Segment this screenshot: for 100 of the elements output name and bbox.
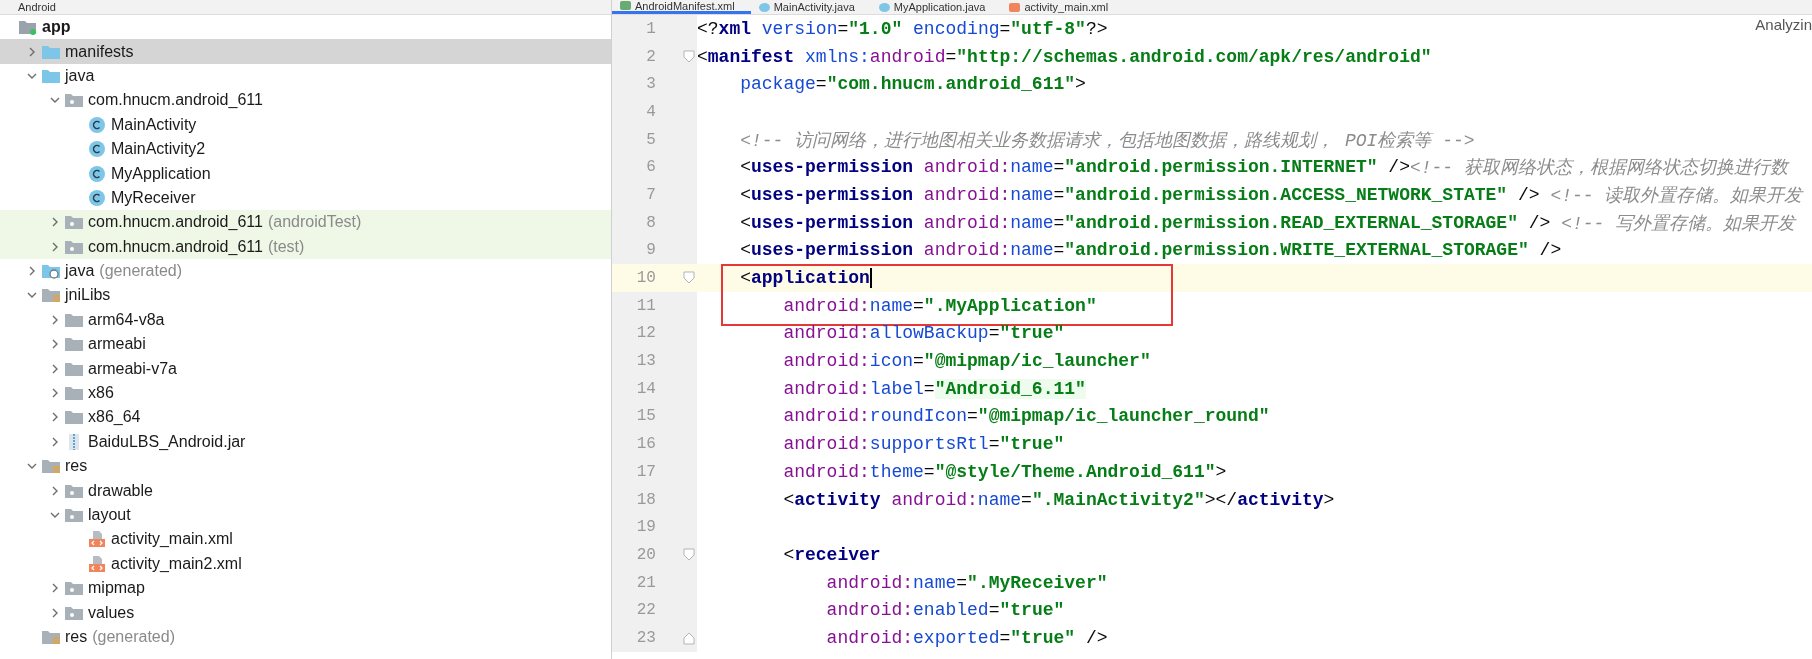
tree-item[interactable]: drawable xyxy=(0,478,611,503)
tree-item[interactable]: com.hnucm.android_611 (androidTest) xyxy=(0,210,611,235)
tree-item[interactable]: manifests xyxy=(0,39,611,64)
tree-item[interactable]: x86_64 xyxy=(0,405,611,430)
item-label: values xyxy=(88,603,135,622)
tree-item[interactable]: activity_main.xml xyxy=(0,527,611,552)
tree-item[interactable]: armeabi-v7a xyxy=(0,356,611,381)
tree-item[interactable]: res xyxy=(0,454,611,479)
resource-folder-icon xyxy=(41,286,61,305)
line-number: 9 xyxy=(645,241,656,260)
package-folder-icon xyxy=(64,506,84,524)
file-type-icon xyxy=(878,2,890,12)
line-number: 17 xyxy=(635,462,656,481)
editor-tab[interactable]: MyApplication.java xyxy=(870,0,1002,14)
code-string: "true" xyxy=(999,600,1065,621)
tree-item[interactable]: mipmap xyxy=(0,576,611,601)
code-tag: uses-permission xyxy=(751,212,914,233)
view-dropdown[interactable]: Android xyxy=(18,1,56,13)
code-tag: uses-permission xyxy=(751,157,914,178)
tree-item[interactable]: values xyxy=(0,600,611,625)
code-attribute: name xyxy=(869,295,914,316)
code-string: "@style/Theme.Android_611" xyxy=(934,461,1216,482)
item-label: layout xyxy=(88,506,131,524)
tree-item[interactable]: MainActivity xyxy=(0,112,611,137)
code-tag: activity xyxy=(1237,489,1324,510)
class-icon xyxy=(87,115,107,134)
line-number: 4 xyxy=(645,102,656,121)
code-tag: manifest xyxy=(707,46,795,67)
code-attribute: allowBackup xyxy=(869,323,989,344)
tree-item[interactable]: java (generated) xyxy=(0,258,611,284)
fold-marker-icon[interactable] xyxy=(683,547,695,562)
code-namespace: android: xyxy=(922,184,1011,205)
code-punctuation: /> xyxy=(1527,212,1551,233)
code-string: ".MainActivity2" xyxy=(1031,489,1205,510)
line-number: 20 xyxy=(635,545,656,564)
tree-item[interactable]: layout xyxy=(0,502,611,528)
code-punctuation: > xyxy=(1323,489,1335,510)
code-string: "android.permission.WRITE_EXTERNAL_STORAGE" xyxy=(1064,240,1529,261)
item-label: MyApplication xyxy=(111,164,211,183)
tree-item[interactable]: com.hnucm.android_611 xyxy=(0,88,611,113)
code-punctuation: ?> xyxy=(1085,18,1108,39)
tree-item[interactable]: MyApplication xyxy=(0,161,611,186)
code-punctuation: > xyxy=(1215,461,1227,482)
code-string: "true" xyxy=(1010,627,1076,648)
tree-item[interactable]: res (generated) xyxy=(0,624,611,650)
code-tag: xml xyxy=(718,18,751,39)
code-string: "com.hnucm.android_611" xyxy=(826,74,1076,95)
item-label: activity_main.xml xyxy=(111,530,233,549)
tree-item[interactable]: com.hnucm.android_611 (test) xyxy=(0,234,611,259)
code-comment: <!-- 访问网络，进行地图相关业务数据请求，包括地图数据，路线规划， POI检索等 --> xyxy=(739,129,1475,152)
tree-item[interactable]: MainActivity2 xyxy=(0,136,611,162)
file-type-icon xyxy=(1009,2,1021,12)
code-string: "Android_6.11" xyxy=(934,378,1086,399)
item-label: activity_main2.xml xyxy=(111,554,242,573)
tree-item[interactable]: java xyxy=(0,63,611,89)
item-label: com.hnucm.android_611 xyxy=(88,91,263,110)
line-number: 23 xyxy=(635,628,656,647)
editor-tab[interactable]: activity_main.xml xyxy=(1001,0,1125,14)
tree-item[interactable]: x86 xyxy=(0,380,611,406)
item-label: x86_64 xyxy=(88,408,141,427)
fold-marker-icon[interactable] xyxy=(683,49,695,64)
editor-tab[interactable]: MainActivity.java xyxy=(750,0,871,14)
line-number: 8 xyxy=(645,213,656,232)
code-punctuation: = xyxy=(1053,157,1065,178)
code-string: "true" xyxy=(999,434,1065,455)
class-icon xyxy=(87,188,107,207)
tree-item[interactable]: jniLibs xyxy=(0,283,611,308)
item-label: MainActivity2 xyxy=(111,140,206,159)
analysis-status: Analyzin xyxy=(1755,16,1812,33)
code-namespace: android: xyxy=(782,295,870,316)
code-namespace: android: xyxy=(782,434,870,455)
tree-item[interactable]: MyReceiver xyxy=(0,185,611,211)
line-number: 15 xyxy=(635,407,656,426)
tree-item[interactable]: app xyxy=(0,15,611,40)
code-attribute: supportsRtl xyxy=(869,434,989,455)
code-punctuation: /> xyxy=(1516,184,1540,205)
fold-marker-icon[interactable] xyxy=(683,271,695,286)
code-punctuation: = xyxy=(913,351,924,372)
code-namespace: android: xyxy=(922,240,1011,261)
item-scope-label: (generated) xyxy=(92,627,175,646)
tree-item[interactable]: activity_main2.xml xyxy=(0,551,611,576)
code-punctuation: < xyxy=(739,212,751,233)
code-punctuation: < xyxy=(739,184,751,205)
fold-marker-icon[interactable] xyxy=(683,630,695,645)
code-punctuation: < xyxy=(739,240,751,261)
item-label: com.hnucm.android_611 xyxy=(88,237,263,256)
code-tag: application xyxy=(751,268,870,289)
item-label: jniLibs xyxy=(65,286,111,305)
code-punctuation: = xyxy=(988,434,1000,455)
code-tag: receiver xyxy=(794,544,881,565)
code-punctuation: ></ xyxy=(1204,489,1238,510)
code-namespace: android: xyxy=(922,212,1011,233)
tree-item[interactable]: armeabi xyxy=(0,332,611,357)
tree-item[interactable]: arm64-v8a xyxy=(0,307,611,333)
line-number: 13 xyxy=(635,352,656,371)
item-label: MyReceiver xyxy=(111,188,196,207)
file-type-icon xyxy=(620,1,631,10)
code-punctuation: < xyxy=(739,268,751,289)
tree-item[interactable]: BaiduLBS_Android.jar xyxy=(0,429,611,455)
item-label: armeabi xyxy=(88,335,146,354)
